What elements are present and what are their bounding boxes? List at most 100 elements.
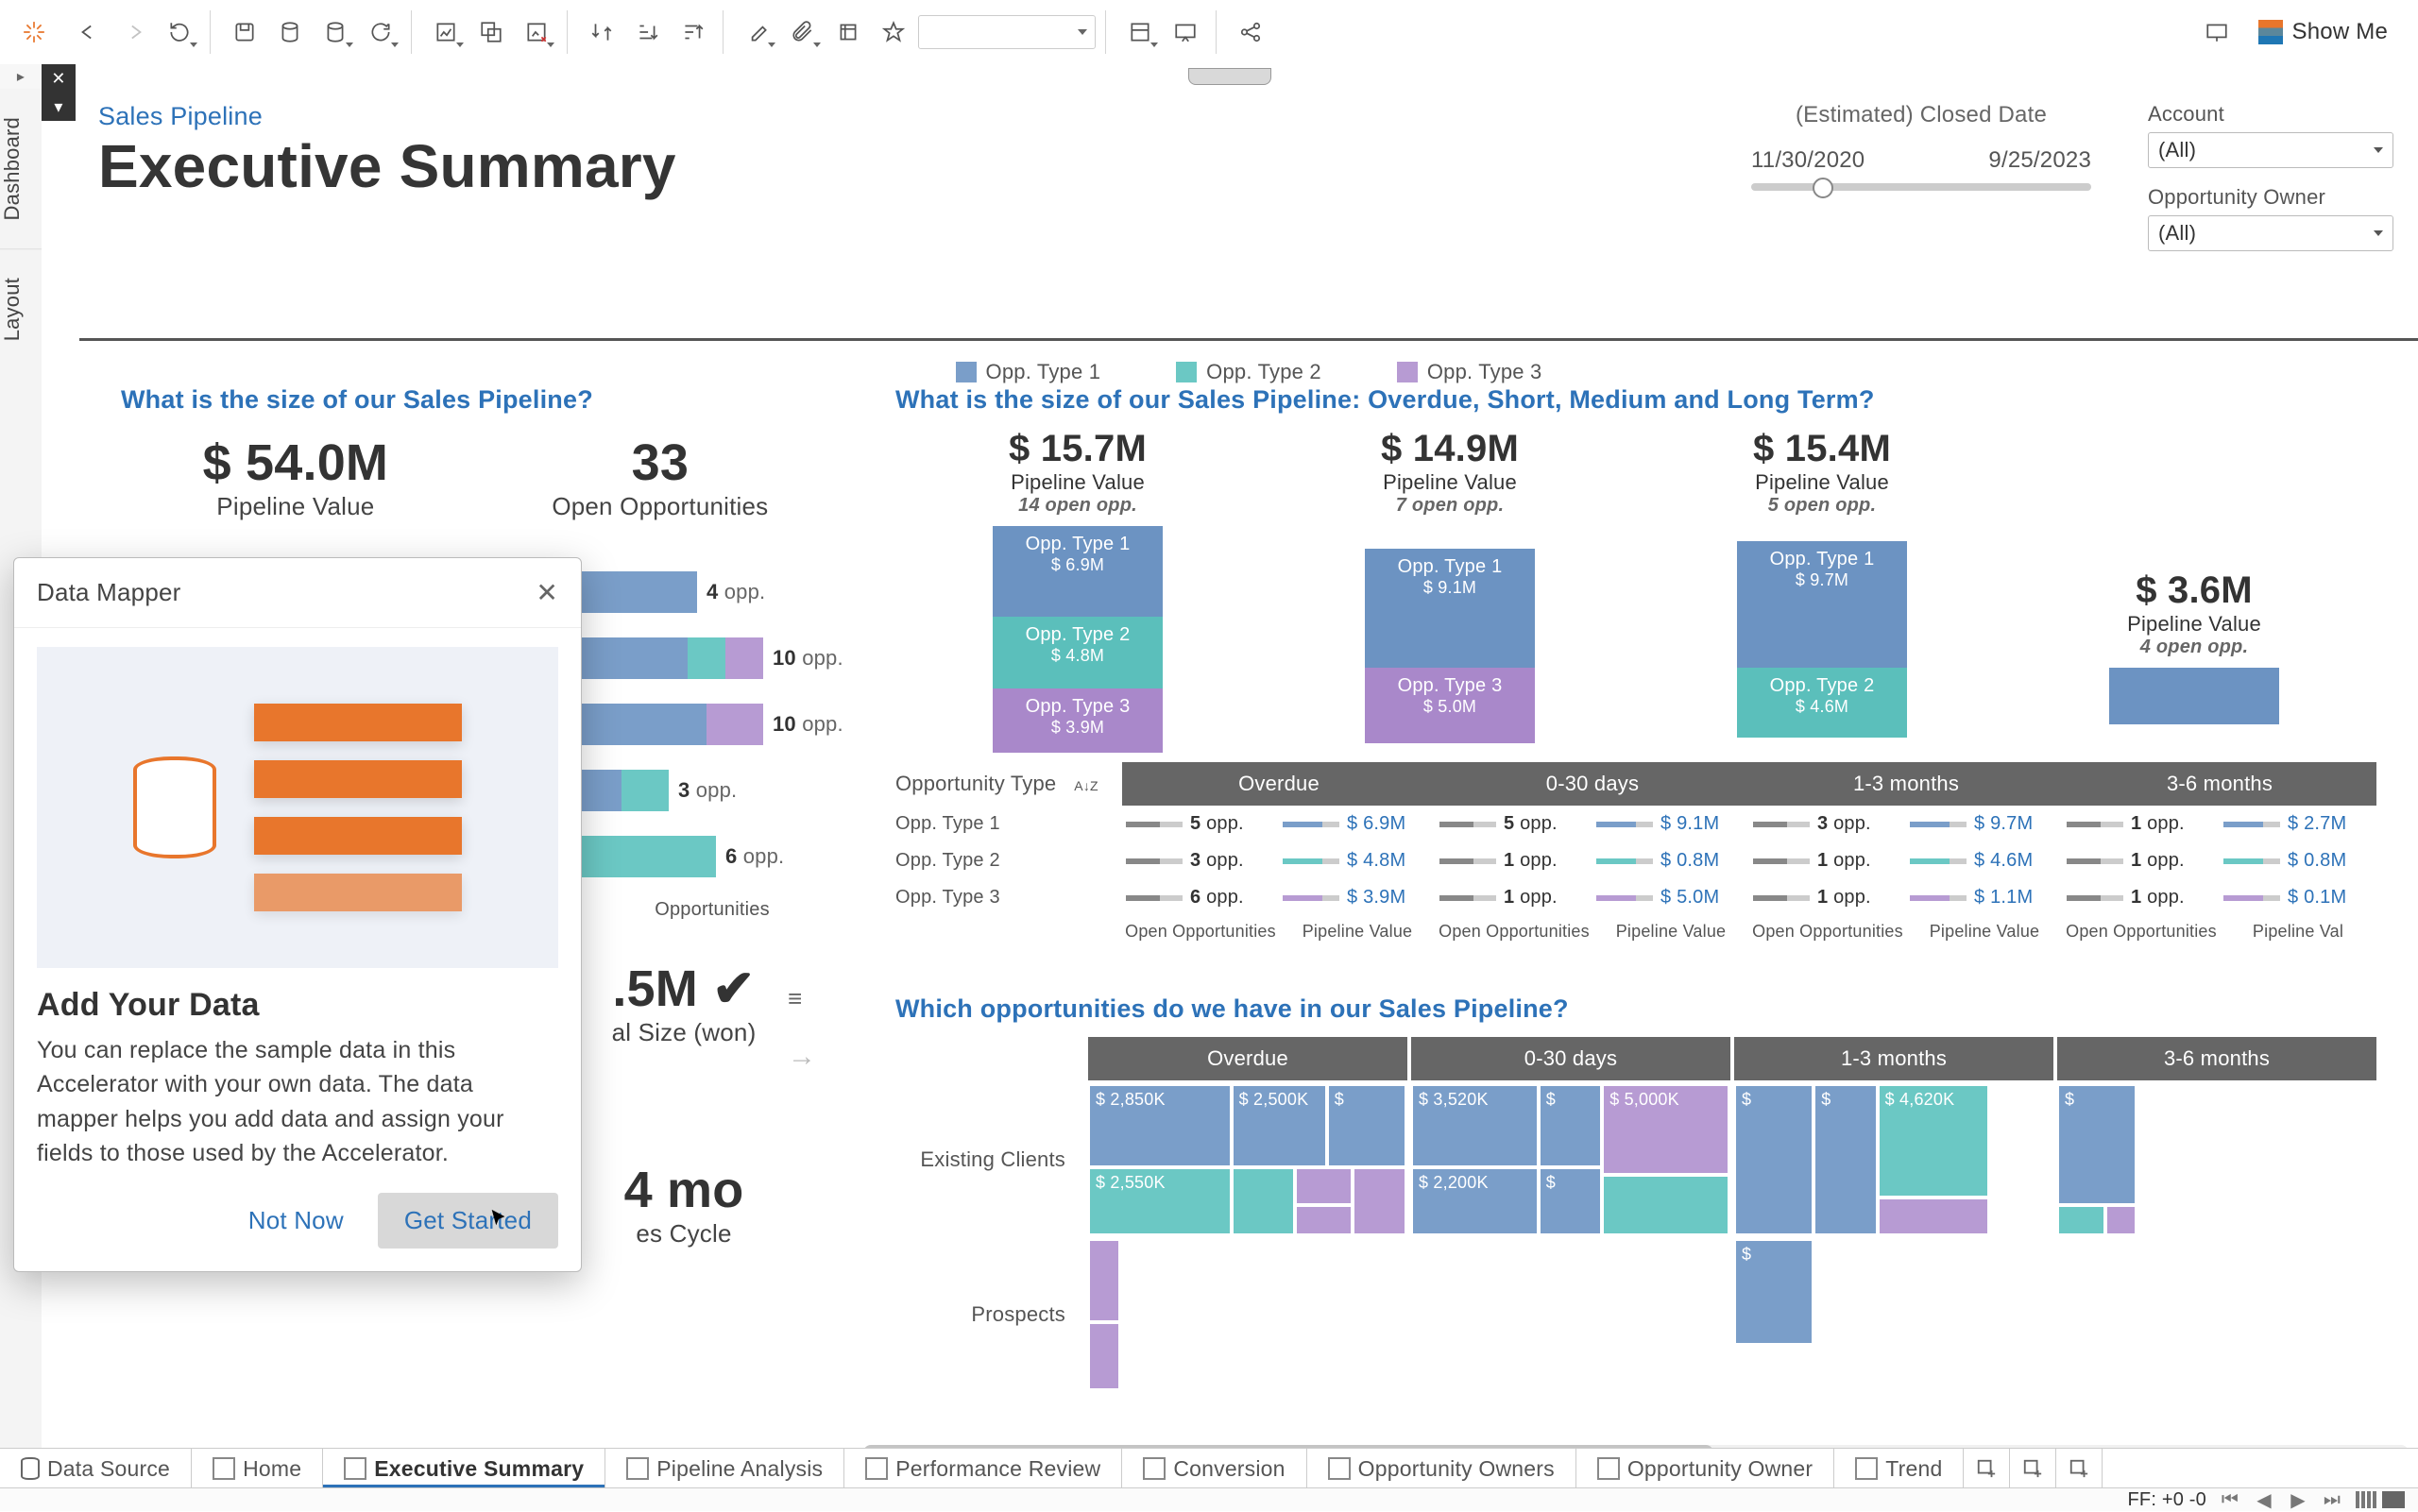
duplicate-sheet-icon[interactable] [470, 11, 512, 53]
sheet-tab-executive-summary[interactable]: Executive Summary [323, 1449, 605, 1488]
term-col-36[interactable]: $ 3.6M Pipeline Value 4 open opp. [2012, 428, 2376, 753]
sheet-tab-performance-review[interactable]: Performance Review [844, 1449, 1122, 1488]
share-icon[interactable] [1230, 11, 1271, 53]
find-combo[interactable] [918, 15, 1096, 49]
tm-cell-prospects-overdue[interactable] [1088, 1239, 1407, 1390]
new-data-source-icon[interactable] [269, 11, 311, 53]
dashboard-icon [626, 1457, 649, 1480]
swap-rows-columns-icon[interactable] [581, 11, 622, 53]
close-icon[interactable]: ✕ [42, 64, 76, 93]
tm-cell-prospects-13[interactable]: $ [1734, 1239, 2053, 1390]
tm-cell-existing-36[interactable]: $ [2057, 1084, 2376, 1235]
sort-desc-icon[interactable] [672, 11, 713, 53]
tm-cell-existing-overdue[interactable]: $ 2,850K $ 2,500K $ $ 2,550K [1088, 1084, 1407, 1235]
sheet-tabs: Data SourceHomeExecutive SummaryPipeline… [0, 1448, 2418, 1488]
term-label-overdue[interactable]: Overdue [1122, 762, 1436, 806]
spark-row[interactable]: Opp. Type 15 opp.$ 6.9M5 opp.$ 9.1M3 opp… [895, 806, 2376, 842]
fit-icon[interactable] [1119, 11, 1161, 53]
prev-icon[interactable]: ◀ [2254, 1489, 2274, 1510]
popover-body: You can replace the sample data in this … [37, 1033, 558, 1170]
owner-filter[interactable]: (All) [2148, 215, 2393, 251]
tableau-logo-icon[interactable] [13, 11, 55, 53]
owner-bar-row[interactable]: 10 opp. [574, 691, 850, 757]
term-label-030[interactable]: 0-30 days [1436, 762, 1749, 806]
first-icon[interactable]: ⏮ [2220, 1489, 2240, 1510]
next-icon[interactable]: ▶ [2288, 1489, 2308, 1510]
tm-cell-existing-030[interactable]: $ 3,520K $ $ 5,000K $ 2,200K $ [1411, 1084, 1730, 1235]
revert-icon[interactable] [159, 11, 200, 53]
highlight-icon[interactable] [737, 11, 778, 53]
tm-cell-prospects-36[interactable] [2057, 1239, 2376, 1390]
favorite-icon[interactable] [873, 11, 914, 53]
spark-row[interactable]: Opp. Type 36 opp.$ 3.9M1 opp.$ 5.0M1 opp… [895, 879, 2376, 916]
term-col-13[interactable]: $ 15.4M Pipeline Value 5 open opp. Opp. … [1640, 428, 2004, 753]
date-slider-handle-left[interactable] [1813, 178, 1833, 198]
attach-icon[interactable] [782, 11, 824, 53]
owner-bar-row[interactable]: 3 opp. [574, 757, 850, 824]
dashboard-close-chip[interactable]: ✕ ▾ [42, 64, 76, 121]
dashboard-icon [1143, 1457, 1166, 1480]
tm-row-existing: Existing Clients [895, 1084, 1084, 1235]
get-started-button[interactable]: Get Started [378, 1193, 558, 1249]
grid-view-icon[interactable] [2356, 1491, 2378, 1508]
kpi-open-opps-value: 33 [552, 433, 768, 492]
spark-row[interactable]: Opp. Type 23 opp.$ 4.8M1 opp.$ 0.8M1 opp… [895, 842, 2376, 879]
clear-sheet-icon[interactable] [516, 11, 557, 53]
forward-arrow-icon[interactable]: → [788, 1041, 816, 1073]
tm-cell-prospects-030[interactable] [1411, 1239, 1730, 1390]
sort-asc-icon[interactable] [626, 11, 668, 53]
term-label-36[interactable]: 3-6 months [2063, 762, 2376, 806]
expand-left-pane-icon[interactable]: ▸ [0, 64, 42, 89]
sheet-tab-opportunity-owners[interactable]: Opportunity Owners [1307, 1449, 1576, 1488]
new-worksheet-icon[interactable] [425, 11, 467, 53]
show-me-icon [2258, 20, 2283, 44]
term-col-overdue[interactable]: $ 15.7M Pipeline Value 14 open opp. Opp.… [895, 428, 1260, 753]
sheet-tab-pipeline-analysis[interactable]: Pipeline Analysis [605, 1449, 844, 1488]
annotation-icon[interactable] [827, 11, 869, 53]
more-options-icon[interactable]: ≡ [788, 984, 802, 1013]
sheet-tab-home[interactable]: Home [192, 1449, 323, 1488]
tm-hdr-030[interactable]: 0-30 days [1411, 1037, 1730, 1080]
redo-icon[interactable] [113, 11, 155, 53]
pipeline-size-title: What is the size of our Sales Pipeline? [121, 385, 850, 415]
date-from: 11/30/2020 [1751, 147, 1865, 174]
presentation-mode-icon[interactable] [1165, 11, 1206, 53]
close-icon[interactable]: ✕ [536, 577, 558, 608]
new-story-tab-button[interactable] [2056, 1449, 2103, 1488]
owner-bar-row[interactable]: 10 opp. [574, 625, 850, 691]
sheet-tab-opportunity-owner[interactable]: Opportunity Owner [1576, 1449, 1834, 1488]
sheet-tab-trend[interactable]: Trend [1834, 1449, 1964, 1488]
save-icon[interactable] [224, 11, 265, 53]
not-now-button[interactable]: Not Now [222, 1193, 370, 1249]
undo-icon[interactable] [68, 11, 110, 53]
term-label-13[interactable]: 1-3 months [1749, 762, 2063, 806]
tm-cell-existing-13[interactable]: $ $ $ 4,620K [1734, 1084, 2053, 1235]
terms-card-title: What is the size of our Sales Pipeline: … [895, 385, 2376, 415]
refresh-data-icon[interactable] [360, 11, 401, 53]
breadcrumb[interactable]: Sales Pipeline [98, 102, 676, 131]
account-filter[interactable]: (All) [2148, 132, 2393, 168]
new-dashboard-tab-button[interactable] [2010, 1449, 2056, 1488]
full-view-icon[interactable] [2382, 1491, 2405, 1508]
last-icon[interactable]: ⏭ [2322, 1489, 2342, 1510]
owner-bar-row[interactable]: 4 opp. [574, 559, 850, 625]
term-col-030[interactable]: $ 14.9M Pipeline Value 7 open opp. Opp. … [1268, 428, 1632, 753]
tm-hdr-36[interactable]: 3-6 months [2057, 1037, 2376, 1080]
left-tab-dashboard[interactable]: Dashboard [0, 89, 42, 248]
tm-hdr-overdue[interactable]: Overdue [1088, 1037, 1407, 1080]
owner-bar-row[interactable]: 6 opp. [574, 824, 850, 890]
popover-illustration [37, 647, 558, 968]
sheet-tab-conversion[interactable]: Conversion [1122, 1449, 1306, 1488]
owner-bar-chart[interactable]: 4 opp. 10 opp. 10 opp. 3 opp. [574, 559, 850, 921]
view-toggle[interactable] [2356, 1491, 2405, 1508]
left-tab-layout[interactable]: Layout [0, 248, 42, 369]
show-me-button[interactable]: Show Me [2241, 13, 2405, 51]
date-slider[interactable] [1751, 183, 2091, 191]
chevron-down-icon[interactable]: ▾ [42, 93, 76, 121]
data-guide-icon[interactable] [2196, 11, 2238, 53]
spark-grid: Opp. Type 15 opp.$ 6.9M5 opp.$ 9.1M3 opp… [895, 806, 2376, 947]
sheet-tab-data-source[interactable]: Data Source [0, 1449, 192, 1488]
pause-auto-updates-icon[interactable] [315, 11, 356, 53]
tm-hdr-13[interactable]: 1-3 months [1734, 1037, 2053, 1080]
new-worksheet-tab-button[interactable] [1964, 1449, 2010, 1488]
